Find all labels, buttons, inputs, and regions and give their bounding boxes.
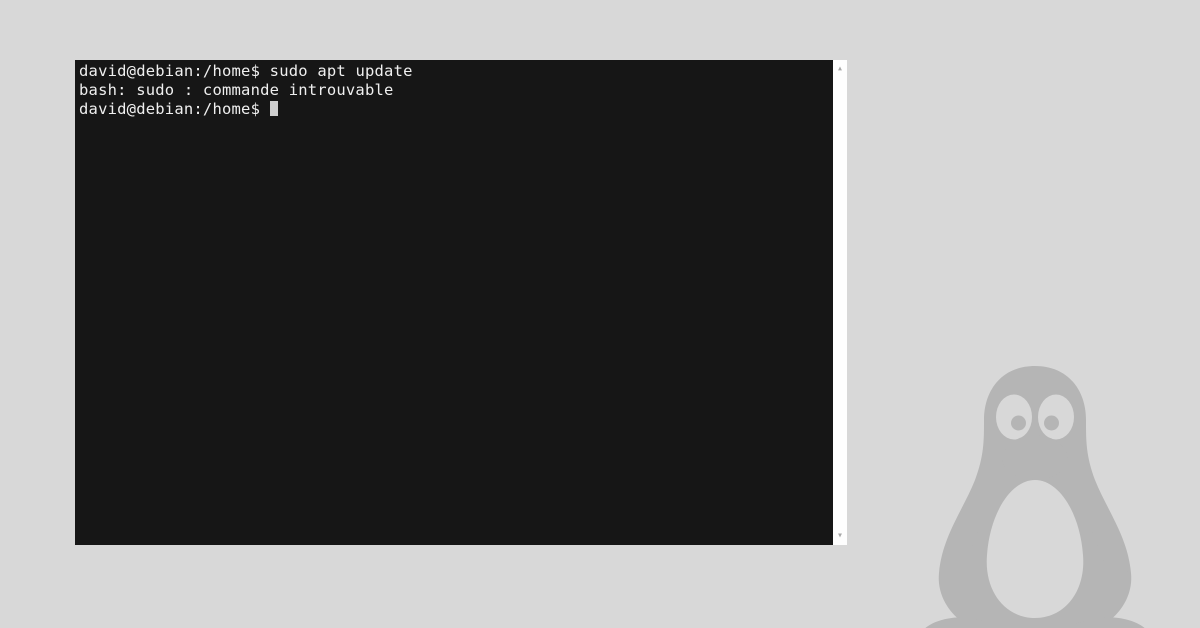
terminal-window: david@debian:/home$ sudo apt update bash… — [75, 60, 847, 545]
tux-watermark-icon — [885, 348, 1185, 628]
terminal-scrollbar[interactable]: ▴ ▾ — [833, 60, 847, 545]
shell-prompt: david@debian:/home$ — [79, 100, 260, 118]
shell-command: sudo apt update — [270, 62, 413, 80]
scroll-up-icon[interactable]: ▴ — [833, 62, 847, 76]
scroll-down-icon[interactable]: ▾ — [833, 529, 847, 543]
terminal-cursor — [270, 101, 278, 116]
shell-output-line: bash: sudo : commande introuvable — [79, 81, 394, 99]
terminal-output[interactable]: david@debian:/home$ sudo apt update bash… — [75, 60, 833, 545]
shell-prompt: david@debian:/home$ — [79, 62, 260, 80]
